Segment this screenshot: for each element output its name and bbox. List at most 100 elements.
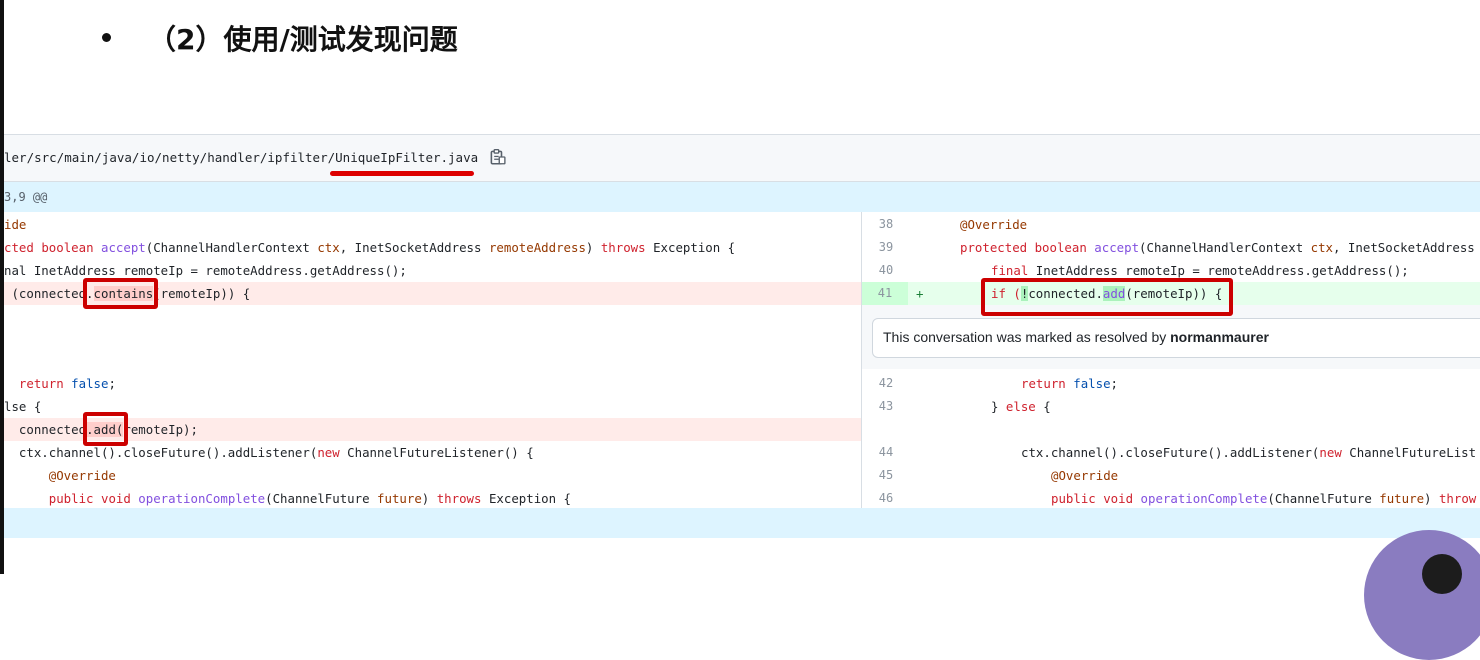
left-line-5: return false; xyxy=(4,372,861,395)
code-token: ctx.channel().closeFuture().addListener( xyxy=(4,445,318,460)
presenter-head xyxy=(1422,554,1462,594)
line-number[interactable]: 46 xyxy=(866,487,906,510)
code-token: throw xyxy=(1438,491,1477,506)
file-header: ler/src/main/java/io/netty/handler/ipfil… xyxy=(4,135,1480,182)
code-token: ) xyxy=(421,491,437,506)
code-token: public void xyxy=(1051,491,1141,506)
code-token: (ChannelHandlerContext xyxy=(1139,240,1311,255)
code-token: (ChannelHandlerContext xyxy=(145,240,318,255)
code-token: , InetSocketAddress xyxy=(339,240,489,255)
highlight-box-contains xyxy=(83,278,158,309)
left-line-10: public void operationComplete(ChannelFut… xyxy=(4,487,861,510)
right-line-43: 43 } else { xyxy=(862,395,1480,418)
code-token: ide xyxy=(4,217,27,232)
code-token: { xyxy=(1035,399,1051,414)
code-token: , InetSocketAddress xyxy=(1333,240,1475,255)
code-token: false xyxy=(71,376,109,391)
line-number[interactable]: 41 xyxy=(862,282,908,305)
code-token: ChannelFutureList xyxy=(1341,445,1477,460)
code-token: ) xyxy=(1424,491,1439,506)
line-number[interactable]: 39 xyxy=(866,236,906,259)
code-token: accept xyxy=(101,240,146,255)
right-line-39: 39 protected boolean accept(ChannelHandl… xyxy=(862,236,1480,259)
line-number[interactable]: 43 xyxy=(866,395,906,418)
code-token: void xyxy=(100,491,139,506)
left-line-deleted-2: connected.add(remoteIp); xyxy=(4,418,861,441)
code-token: return xyxy=(1021,376,1066,391)
code-token: remoteIp); xyxy=(123,422,198,437)
code-token: ; xyxy=(108,376,116,391)
code-token: boolean xyxy=(41,240,101,255)
code-token: public xyxy=(4,491,101,506)
code-token: (remoteIp)) { xyxy=(153,286,251,301)
code-token: connected xyxy=(4,422,87,437)
code-token: future xyxy=(1379,491,1425,506)
filename-red-underline xyxy=(330,171,474,176)
right-line-44: 44 ctx.channel().closeFuture().addListen… xyxy=(862,441,1480,464)
code-token: final xyxy=(991,263,1029,278)
code-token: nal InetAddress remoteIp = remoteAddress… xyxy=(4,263,407,278)
diff-plus-sign: + xyxy=(916,286,924,301)
hunk-header-text: 3,9 @@ xyxy=(4,190,48,204)
code-token: ChannelFutureListener() { xyxy=(339,445,534,460)
code-token: false xyxy=(1073,376,1111,391)
expand-hunk-band[interactable] xyxy=(4,508,1480,538)
code-token: return xyxy=(18,376,64,391)
clipboard-icon[interactable] xyxy=(488,148,506,166)
diff-panel: ler/src/main/java/io/netty/handler/ipfil… xyxy=(4,134,1480,539)
code-token: ctx xyxy=(317,240,340,255)
code-token: (ChannelFuture xyxy=(1267,491,1380,506)
right-line-45: 45 @Override xyxy=(862,464,1480,487)
left-line-1: ide xyxy=(4,213,861,236)
bullet-dot xyxy=(102,33,111,42)
highlight-box-not-add xyxy=(981,278,1233,316)
code-token: future xyxy=(377,491,422,506)
file-path-prefix: ler/src/main/java/io/netty/handler/ipfil… xyxy=(4,150,336,165)
left-line-2: cted boolean accept(ChannelHandlerContex… xyxy=(4,236,861,259)
highlight-box-add xyxy=(83,412,128,446)
code-token: accept xyxy=(1094,240,1140,255)
code-token: operationComplete xyxy=(138,491,266,506)
file-path[interactable]: ler/src/main/java/io/netty/handler/ipfil… xyxy=(4,150,478,165)
code-token: remoteAddress xyxy=(488,240,586,255)
code-token: InetAddress remoteIp = remoteAddress.get… xyxy=(1028,263,1409,278)
right-line-42: 42 return false; xyxy=(862,372,1480,395)
left-line-8: ctx.channel().closeFuture().addListener(… xyxy=(4,441,861,464)
line-number[interactable]: 44 xyxy=(866,441,906,464)
code-token: } xyxy=(991,399,1006,414)
code-token: ctx.channel().closeFuture().addListener( xyxy=(1021,445,1320,460)
code-token: protected boolean xyxy=(960,240,1095,255)
code-token: (ChannelFuture xyxy=(265,491,378,506)
line-number[interactable]: 40 xyxy=(866,259,906,282)
line-number[interactable]: 38 xyxy=(866,213,906,236)
left-line-6: lse { xyxy=(4,395,861,418)
code-token: operationComplete xyxy=(1140,491,1268,506)
code-token: cted xyxy=(4,240,42,255)
right-line-46: 46 public void operationComplete(Channel… xyxy=(862,487,1480,510)
line-number[interactable]: 42 xyxy=(866,372,906,395)
slide-title: （2）使用/测试发现问题 xyxy=(148,23,458,56)
code-token: lse { xyxy=(4,399,42,414)
code-token: new xyxy=(317,445,340,460)
code-token: throws xyxy=(600,240,646,255)
code-token: (connected. xyxy=(4,286,94,301)
code-token: ) xyxy=(585,240,601,255)
code-token: Exception { xyxy=(645,240,736,255)
code-token: @Override xyxy=(1051,468,1119,483)
resolved-conversation-box[interactable]: This conversation was marked as resolved… xyxy=(872,318,1480,358)
code-token: throws xyxy=(436,491,482,506)
resolver-username[interactable]: normanmaurer xyxy=(1170,329,1269,345)
resolved-conversation-text: This conversation was marked as resolved… xyxy=(883,329,1269,345)
code-token: @Override xyxy=(4,468,116,483)
code-token: ctx xyxy=(1310,240,1334,255)
code-token: @Override xyxy=(960,217,1028,232)
presenter-avatar xyxy=(1364,530,1480,660)
code-token: else xyxy=(1005,399,1036,414)
code-token: new xyxy=(1319,445,1342,460)
hunk-header: 3,9 @@ xyxy=(4,182,1480,212)
right-line-38: 38 @Override xyxy=(862,213,1480,236)
file-name: UniqueIpFilter.java xyxy=(335,150,479,165)
line-number[interactable]: 45 xyxy=(866,464,906,487)
left-line-9: @Override xyxy=(4,464,861,487)
